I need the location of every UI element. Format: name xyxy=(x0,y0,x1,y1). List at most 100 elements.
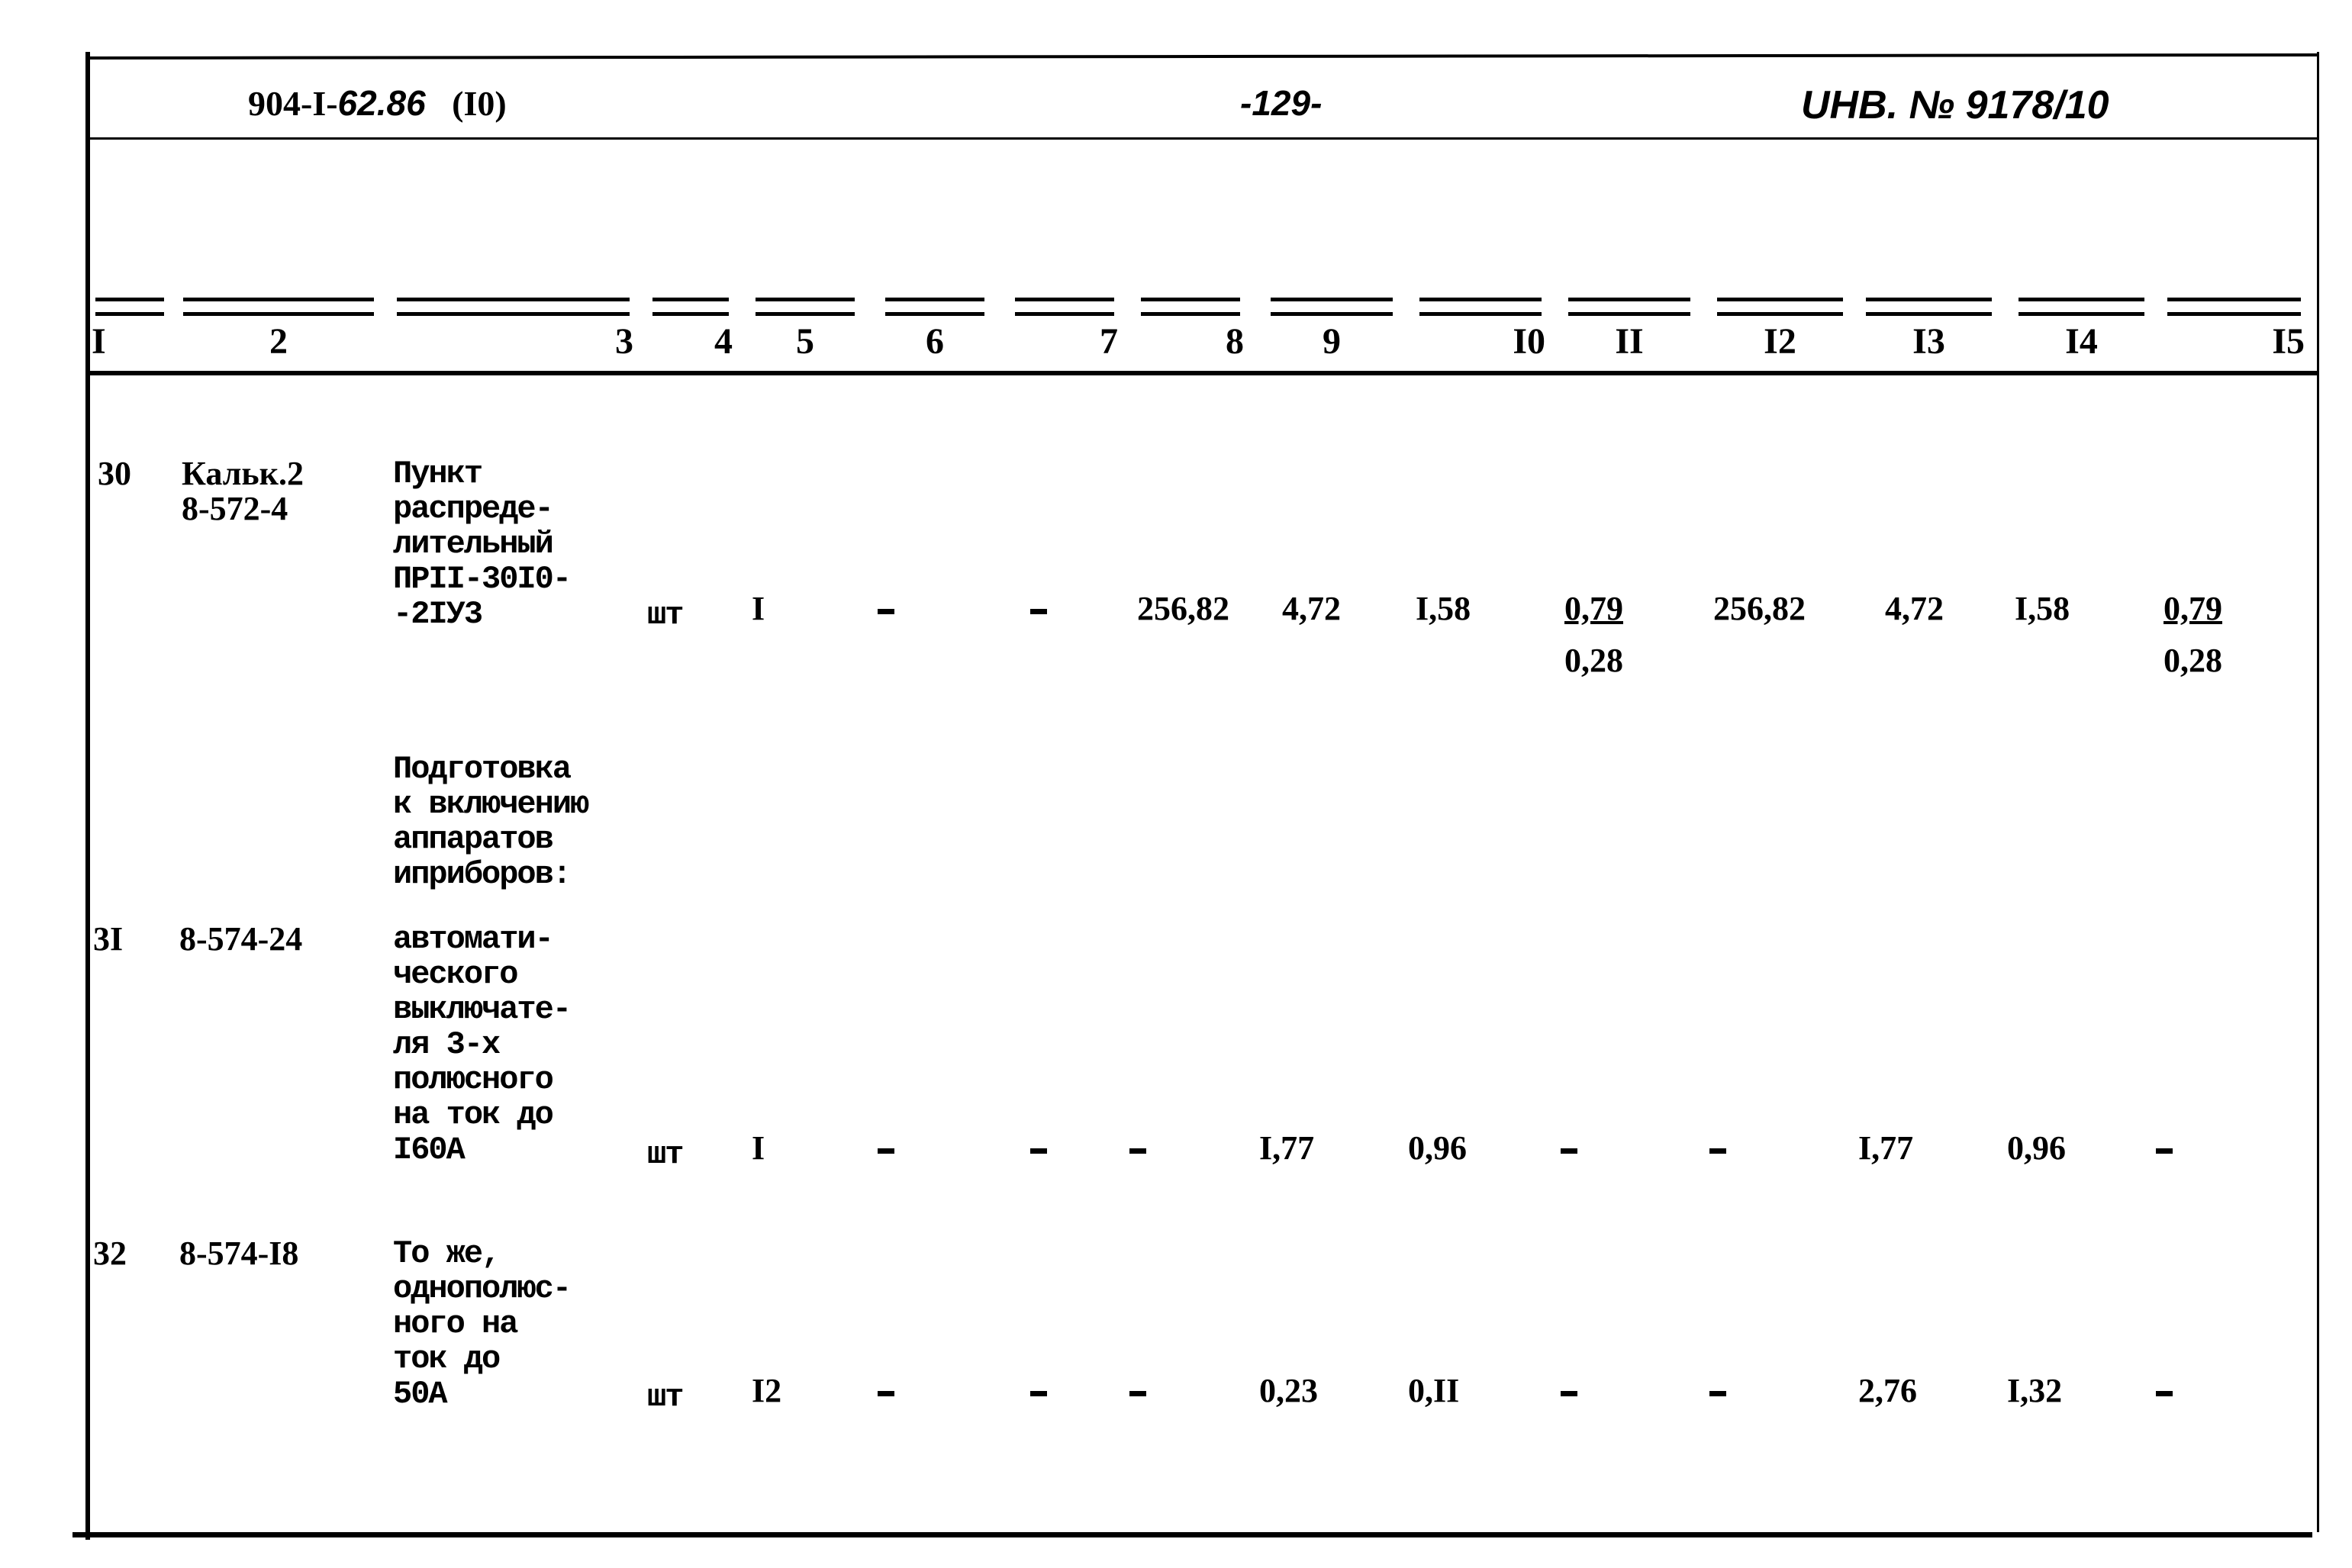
column-header-double-rule xyxy=(756,298,855,316)
item-description-line: полюсного xyxy=(393,1061,554,1098)
col-6 xyxy=(878,1373,894,1409)
col-15 xyxy=(2156,1131,2173,1166)
col-10: 0,II xyxy=(1408,1372,1460,1409)
col-11 xyxy=(1561,1373,1577,1409)
column-number-label: I4 xyxy=(2065,321,2098,362)
col-14: I,32 xyxy=(2007,1372,2063,1409)
item-description-line: -2IУ3 xyxy=(393,596,483,633)
column-number-label: 4 xyxy=(714,321,733,362)
column-number-label: 6 xyxy=(926,321,944,362)
column-number-label: II xyxy=(1615,321,1644,362)
item-description-line: ного на xyxy=(393,1306,518,1342)
column-number-8: 8 xyxy=(1137,298,1244,362)
col-6 xyxy=(878,591,894,626)
quantity: I2 xyxy=(752,1372,782,1409)
column-header-double-rule xyxy=(2019,298,2144,316)
frame-top-border xyxy=(89,53,2319,60)
col-10: I,58 xyxy=(1416,590,1471,627)
item-description-line: ПРII-30I0- xyxy=(393,561,572,597)
column-number-label: I0 xyxy=(1513,321,1545,362)
unit: шт xyxy=(647,1379,684,1415)
dash-mark xyxy=(1030,1391,1047,1397)
col-8-unit-cost xyxy=(1129,1131,1146,1166)
section-title-line: к включению xyxy=(393,786,589,823)
dash-mark xyxy=(1561,1391,1577,1397)
header-divider xyxy=(90,137,2318,140)
col-7 xyxy=(1030,591,1047,626)
dash-mark xyxy=(2156,1391,2173,1397)
item-description-line: однополюс- xyxy=(393,1270,572,1307)
unit: шт xyxy=(647,1136,684,1173)
document-code: 904-I-62.86 (I0) xyxy=(248,82,507,124)
work-code-line: 8-574-I8 xyxy=(179,1235,299,1272)
col-13: I,77 xyxy=(1858,1129,1914,1167)
item-description-line: То же, xyxy=(393,1235,501,1272)
item-description-line: 50А xyxy=(393,1376,448,1412)
column-header-double-rule xyxy=(1419,298,1542,316)
work-code-line: 8-574-24 xyxy=(179,920,303,958)
row-number: 3I xyxy=(93,920,124,958)
inventory-number: UHB. № 9178/10 xyxy=(1801,83,2109,127)
column-header-divider xyxy=(90,371,2318,375)
column-number-5: 5 xyxy=(752,298,859,362)
column-number-3: 3 xyxy=(393,298,633,362)
item-description-line: Пункт xyxy=(393,456,483,492)
dash-mark xyxy=(1561,1148,1577,1154)
dash-mark xyxy=(1030,1148,1047,1154)
dash-mark xyxy=(1129,1148,1146,1154)
column-number-label: 3 xyxy=(615,321,633,362)
work-code-line: 8-572-4 xyxy=(182,490,288,527)
column-number-13: I3 xyxy=(1862,298,1996,362)
column-number-label: 2 xyxy=(269,321,288,362)
column-header-double-rule xyxy=(652,298,729,316)
section-title-line: аппаратов xyxy=(393,821,554,858)
dash-mark xyxy=(2156,1148,2173,1154)
quantity: I xyxy=(752,590,765,627)
col-7 xyxy=(1030,1131,1047,1166)
item-description-line: лительный xyxy=(393,526,554,562)
col-11 xyxy=(1561,1131,1577,1166)
column-number-1: I xyxy=(92,298,168,362)
column-number-11: II xyxy=(1564,298,1694,362)
col-12-total-cost xyxy=(1709,1373,1726,1409)
column-number-12: I2 xyxy=(1713,298,1847,362)
item-description-line: ток до xyxy=(393,1341,501,1377)
row-number: 32 xyxy=(93,1235,127,1272)
col-9: 0,23 xyxy=(1259,1372,1318,1409)
column-number-4: 4 xyxy=(649,298,733,362)
row-number: 30 xyxy=(98,455,131,492)
col-9: I,77 xyxy=(1259,1129,1315,1167)
column-header-double-rule xyxy=(1568,298,1690,316)
column-header-double-rule xyxy=(397,298,630,316)
dash-mark xyxy=(1030,609,1047,615)
column-header-double-rule xyxy=(1271,298,1393,316)
sheet-reference: (I0) xyxy=(452,84,507,123)
col-12-total-cost: 256,82 xyxy=(1713,590,1806,627)
col-13: 2,76 xyxy=(1858,1372,1917,1409)
col-12-total-cost xyxy=(1709,1131,1726,1166)
column-header-double-rule xyxy=(183,298,374,316)
column-header-double-rule xyxy=(1015,298,1114,316)
col-15-bottom: 0,28 xyxy=(2164,642,2222,679)
dash-mark xyxy=(1129,1391,1146,1397)
section-title-line: Подготовка xyxy=(393,751,572,787)
col-11-top: 0,79 xyxy=(1564,590,1623,627)
item-description-line: выключате- xyxy=(393,991,572,1028)
column-number-label: 5 xyxy=(796,321,814,362)
col-14: I,58 xyxy=(2015,590,2070,627)
item-description-line: распреде- xyxy=(393,491,554,527)
column-number-label: I5 xyxy=(2272,321,2305,362)
column-header-double-rule xyxy=(95,298,164,316)
col-10: 0,96 xyxy=(1408,1129,1467,1167)
page-number: -129- xyxy=(1240,83,1323,123)
column-header-double-rule xyxy=(885,298,984,316)
column-header-double-rule xyxy=(2167,298,2301,316)
dash-mark xyxy=(878,1148,894,1154)
column-number-label: I3 xyxy=(1912,321,1945,362)
item-description-line: I60А xyxy=(393,1132,466,1168)
column-number-7: 7 xyxy=(1011,298,1118,362)
item-description-line: на ток до xyxy=(393,1096,554,1133)
item-description-line: ческого xyxy=(393,956,518,993)
item-description-line: ля 3-х xyxy=(393,1026,501,1063)
column-header-double-rule xyxy=(1866,298,1992,316)
